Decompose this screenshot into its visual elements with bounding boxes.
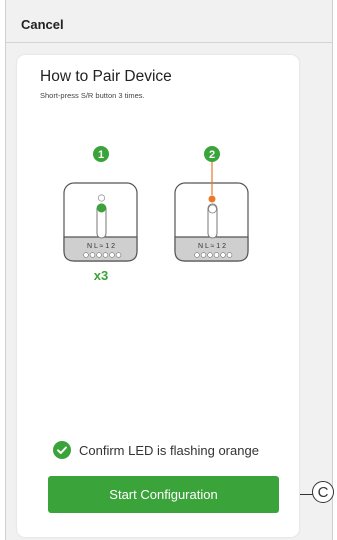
confirm-row: Confirm LED is flashing orange	[53, 441, 259, 459]
led-green-icon	[97, 203, 106, 213]
page-title: How to Pair Device	[40, 68, 172, 85]
svg-text:N L ≈ 1 2: N L ≈ 1 2	[87, 243, 115, 250]
svg-text:N L ≈ 1 2: N L ≈ 1 2	[198, 243, 226, 250]
step-2-badge: 2	[204, 146, 220, 162]
confirm-text: Confirm LED is flashing orange	[79, 442, 259, 458]
instruction-text: Short-press S/R button 3 times.	[40, 91, 145, 100]
callout-marker: C	[312, 481, 334, 503]
step-1-badge: 1	[93, 146, 109, 162]
start-configuration-button[interactable]: Start Configuration	[48, 476, 279, 513]
pairing-card: How to Pair Device Short-press S/R butto…	[17, 55, 299, 537]
top-bar: Cancel	[6, 0, 332, 43]
cancel-button[interactable]: Cancel	[21, 17, 64, 32]
press-count-label: x3	[94, 268, 108, 283]
device-1-module: N L ≈ 1 2	[63, 182, 138, 262]
app-frame: Cancel How to Pair Device Short-press S/…	[5, 0, 333, 540]
svg-text:2: 2	[209, 149, 215, 161]
led-orange-icon	[208, 195, 216, 203]
device-2-module: N L ≈ 1 2	[174, 162, 249, 262]
svg-text:1: 1	[98, 149, 104, 161]
callout-line	[300, 494, 313, 495]
check-circle-icon	[53, 441, 71, 459]
pairing-illustration: 1 2 N L ≈ 1 2 N L ≈ 1 2 x3	[63, 146, 249, 283]
